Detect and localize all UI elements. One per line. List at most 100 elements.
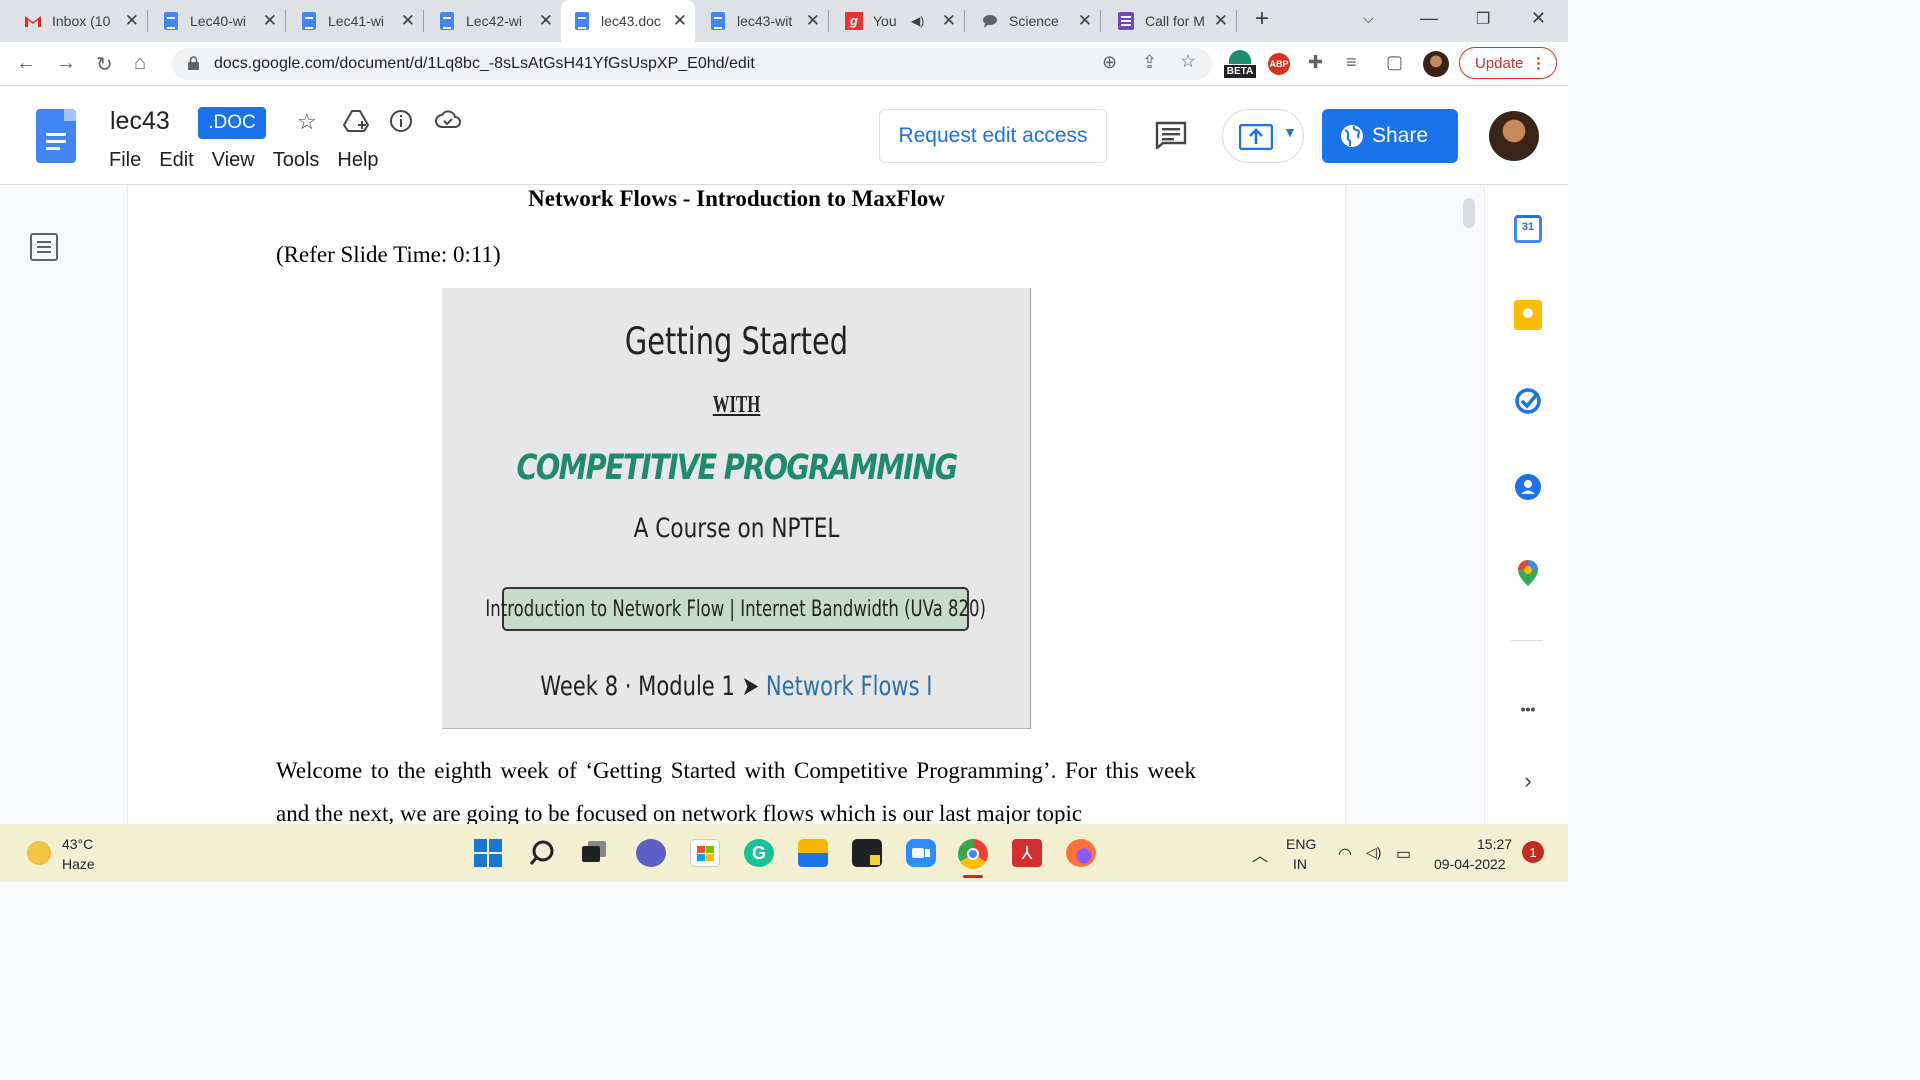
tab-lec43-wit[interactable]: lec43-wit ✕ [697, 0, 829, 42]
request-edit-access-button[interactable]: Request edit access [879, 109, 1107, 163]
tab-lec43-active[interactable]: lec43.doc ✕ [561, 0, 695, 42]
tasks-icon[interactable] [1513, 386, 1543, 416]
weather-condition[interactable]: Haze [62, 856, 95, 872]
star-icon[interactable]: ☆ [297, 109, 317, 135]
contacts-icon[interactable] [1513, 472, 1543, 502]
scrollbar-thumb[interactable] [1463, 198, 1475, 228]
reload-icon[interactable]: ↻ [96, 52, 113, 77]
present-button[interactable]: ▼ [1222, 109, 1304, 163]
forward-icon[interactable]: → [56, 52, 76, 75]
keep-icon[interactable] [1513, 300, 1543, 330]
menu-view[interactable]: View [212, 149, 255, 172]
close-icon[interactable]: ✕ [1078, 11, 1092, 31]
menu-help[interactable]: Help [337, 149, 378, 172]
docs-logo[interactable] [36, 109, 76, 163]
task-view-icon[interactable] [582, 841, 606, 863]
close-icon[interactable]: ✕ [125, 11, 139, 31]
tab-you[interactable]: g You ◀) ✕ [833, 0, 965, 42]
language-code[interactable]: ENG [1286, 836, 1316, 852]
clock-time[interactable]: 15:27 [1477, 836, 1512, 852]
cloud-saved-icon[interactable] [435, 109, 461, 135]
slide-title: Getting Started [624, 320, 849, 363]
comment-history-icon[interactable] [1155, 121, 1187, 149]
grammarly-app-icon[interactable]: G [744, 839, 774, 867]
show-hidden-icons-chevron[interactable]: ︿ [1252, 842, 1268, 866]
search-icon[interactable] [528, 839, 556, 867]
side-panel-icon[interactable]: ▢ [1386, 52, 1403, 73]
tab-inbox[interactable]: Inbox (10 ✕ [12, 0, 148, 42]
tab-label: Science [1009, 13, 1059, 29]
slide-topic-text: Introduction to Network Flow | Internet … [485, 596, 986, 622]
tab-science[interactable]: Science ✕ [969, 0, 1101, 42]
document-outline-icon[interactable] [30, 233, 58, 261]
minimize-icon[interactable]: — [1420, 8, 1438, 29]
firefox-icon[interactable] [1066, 839, 1096, 867]
menu-file[interactable]: File [109, 149, 141, 172]
wifi-icon[interactable]: ◠ [1338, 844, 1352, 864]
bookmark-star-icon[interactable]: ☆ [1180, 51, 1196, 72]
close-icon[interactable]: ✕ [673, 11, 687, 31]
profile-avatar[interactable] [1423, 51, 1449, 77]
microsoft-store-icon[interactable] [690, 839, 720, 867]
calendar-icon[interactable]: 31 [1513, 214, 1543, 244]
close-icon[interactable]: ✕ [806, 11, 820, 31]
slide-week-text: Week 8 · Module 1 [540, 671, 735, 702]
zoom-icon[interactable]: ⊕ [1102, 52, 1117, 73]
new-tab-plus-icon[interactable]: + [1255, 5, 1269, 33]
battery-icon[interactable]: ▭ [1396, 844, 1411, 864]
share-page-icon[interactable]: ⇪ [1142, 52, 1157, 73]
close-icon[interactable]: ✕ [942, 11, 956, 31]
notification-badge[interactable]: 1 [1522, 841, 1544, 863]
account-avatar[interactable] [1489, 111, 1539, 161]
menu-tools[interactable]: Tools [273, 149, 320, 172]
lock-icon[interactable] [188, 56, 199, 70]
abp-icon[interactable]: ABP [1268, 53, 1290, 75]
more-apps-icon[interactable]: ••• [1513, 694, 1543, 724]
home-icon[interactable]: ⌂ [134, 52, 146, 75]
reading-list-icon[interactable]: ≡ [1346, 52, 1357, 73]
back-icon[interactable]: ← [16, 52, 36, 75]
close-icon[interactable]: ✕ [1214, 11, 1228, 31]
docs-icon [438, 12, 456, 30]
docs-icon [709, 12, 727, 30]
tab-lec41[interactable]: Lec41-wi ✕ [288, 0, 424, 42]
tab-search-chevron-icon[interactable]: ⌵ [1363, 10, 1374, 27]
clock-date[interactable]: 09-04-2022 [1434, 856, 1506, 872]
dropdown-arrow-icon[interactable]: ▼ [1283, 124, 1297, 140]
beta-extension[interactable]: BETA [1224, 50, 1256, 80]
tab-label: lec43-wit [737, 13, 793, 29]
extensions-puzzle-icon[interactable]: ✚ [1308, 52, 1323, 73]
windows-start-icon[interactable] [474, 839, 502, 867]
restore-icon[interactable]: ❐ [1476, 9, 1490, 29]
update-button[interactable]: Update ⋮ [1459, 47, 1557, 79]
tab-call-for[interactable]: Call for M ✕ [1105, 0, 1237, 42]
sticky-notes-icon[interactable] [852, 839, 882, 867]
file-explorer-icon[interactable] [798, 839, 828, 867]
info-icon[interactable] [389, 109, 413, 139]
share-button[interactable]: Share [1322, 109, 1458, 163]
document-title[interactable]: lec43 [110, 107, 170, 136]
weather-temp[interactable]: 43°C [62, 836, 93, 852]
address-bar[interactable]: docs.google.com/document/d/1Lq8bc_-8sLsA… [172, 48, 1212, 80]
speaker-icon[interactable]: ◀) [911, 14, 924, 28]
tab-separator [828, 10, 829, 32]
close-icon[interactable]: ✕ [539, 11, 553, 31]
chrome-icon[interactable] [958, 839, 988, 869]
docs-icon [162, 12, 180, 30]
menu-edit[interactable]: Edit [159, 149, 193, 172]
expand-panel-chevron-icon[interactable]: › [1513, 766, 1543, 796]
tab-lec42[interactable]: Lec42-wi ✕ [426, 0, 561, 42]
close-icon[interactable]: ✕ [401, 11, 415, 31]
teams-chat-icon[interactable] [636, 839, 666, 867]
tab-lec40[interactable]: Lec40-wi ✕ [150, 0, 286, 42]
update-label: Update [1475, 54, 1524, 72]
language-region[interactable]: IN [1293, 856, 1307, 872]
close-icon[interactable]: ✕ [263, 11, 277, 31]
acrobat-icon[interactable]: ⅄ [1012, 839, 1042, 867]
volume-icon[interactable]: ◁) [1366, 844, 1381, 861]
maps-icon[interactable] [1513, 558, 1543, 588]
move-to-drive-icon[interactable] [342, 109, 370, 139]
weather-icon[interactable] [27, 841, 51, 865]
window-close-icon[interactable]: ✕ [1531, 8, 1546, 29]
zoom-app-icon[interactable] [906, 839, 936, 867]
